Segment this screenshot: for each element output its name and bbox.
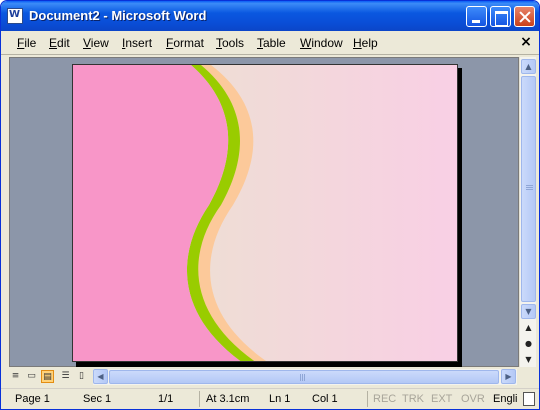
window-title: Document2 - Microsoft Word <box>29 8 207 23</box>
close-button[interactable] <box>514 6 535 27</box>
menu-window[interactable]: Window <box>300 36 343 50</box>
menu-table[interactable]: Table <box>257 36 286 50</box>
status-page: Page 1 <box>15 393 50 405</box>
document-workspace <box>9 57 519 368</box>
menu-help[interactable]: Help <box>353 36 378 50</box>
next-page-button[interactable]: ▼ <box>521 352 536 367</box>
normal-view-icon[interactable]: ≡ <box>9 370 22 383</box>
status-separator <box>199 391 200 407</box>
thumb-grip <box>526 187 533 188</box>
previous-page-button[interactable]: ▲ <box>521 320 536 335</box>
minimize-button[interactable] <box>466 6 487 27</box>
vertical-scrollbar[interactable]: ▲ ▼ ▲ ● ▼ <box>519 57 536 367</box>
outline-view-icon[interactable]: ☰ <box>59 370 72 383</box>
maximize-button[interactable] <box>490 6 511 27</box>
status-position: At 3.1cm <box>206 393 250 405</box>
scroll-down-button[interactable]: ▼ <box>521 304 536 319</box>
spelling-status-icon[interactable] <box>523 392 535 406</box>
status-bar: Page 1 Sec 1 1/1 At 3.1cm Ln 1 Col 1 REC… <box>1 388 539 409</box>
status-section: Sec 1 <box>83 393 112 405</box>
menu-insert[interactable]: Insert <box>122 36 152 50</box>
print-layout-view-icon[interactable]: ▤ <box>41 370 54 383</box>
status-language: Engli <box>493 393 518 405</box>
title-bar[interactable]: Document2 - Microsoft Word <box>1 1 539 31</box>
menu-edit[interactable]: Edit <box>49 36 70 50</box>
web-layout-view-icon[interactable]: ▭ <box>25 370 38 383</box>
menu-file[interactable]: File <box>17 36 36 50</box>
scroll-left-button[interactable]: ◀ <box>93 369 108 384</box>
thumb-grip <box>526 189 533 190</box>
horizontal-bar: ≡ ▭ ▤ ☰ ▯ ◀ ▶ <box>1 367 539 386</box>
horizontal-scroll-thumb[interactable] <box>109 370 499 384</box>
page-background-art <box>73 65 457 361</box>
thumb-grip <box>526 185 533 186</box>
scroll-right-button[interactable]: ▶ <box>501 369 516 384</box>
status-page-count: 1/1 <box>158 393 174 405</box>
vertical-scroll-thumb[interactable] <box>521 76 536 302</box>
word-app-icon[interactable] <box>7 8 23 24</box>
status-separator <box>367 391 368 407</box>
status-rec[interactable]: REC <box>373 393 396 405</box>
status-column: Col 1 <box>312 393 338 405</box>
document-close-icon[interactable]: × <box>519 34 533 50</box>
menu-view[interactable]: View <box>83 36 109 50</box>
menu-bar: File Edit View Insert Format Tools Table… <box>1 31 539 55</box>
horizontal-scrollbar[interactable]: ◀ ▶ <box>93 369 517 385</box>
word-window: Document2 - Microsoft Word File Edit Vie… <box>0 0 540 410</box>
reading-layout-view-icon[interactable]: ▯ <box>75 370 88 383</box>
status-ext[interactable]: EXT <box>431 393 452 405</box>
menu-tools[interactable]: Tools <box>216 36 244 50</box>
status-ovr[interactable]: OVR <box>461 393 485 405</box>
status-trk[interactable]: TRK <box>402 393 424 405</box>
scroll-up-button[interactable]: ▲ <box>521 59 536 74</box>
select-browse-object-button[interactable]: ● <box>521 336 536 351</box>
menu-format[interactable]: Format <box>166 36 204 50</box>
document-page[interactable] <box>72 64 458 362</box>
status-line: Ln 1 <box>269 393 291 405</box>
